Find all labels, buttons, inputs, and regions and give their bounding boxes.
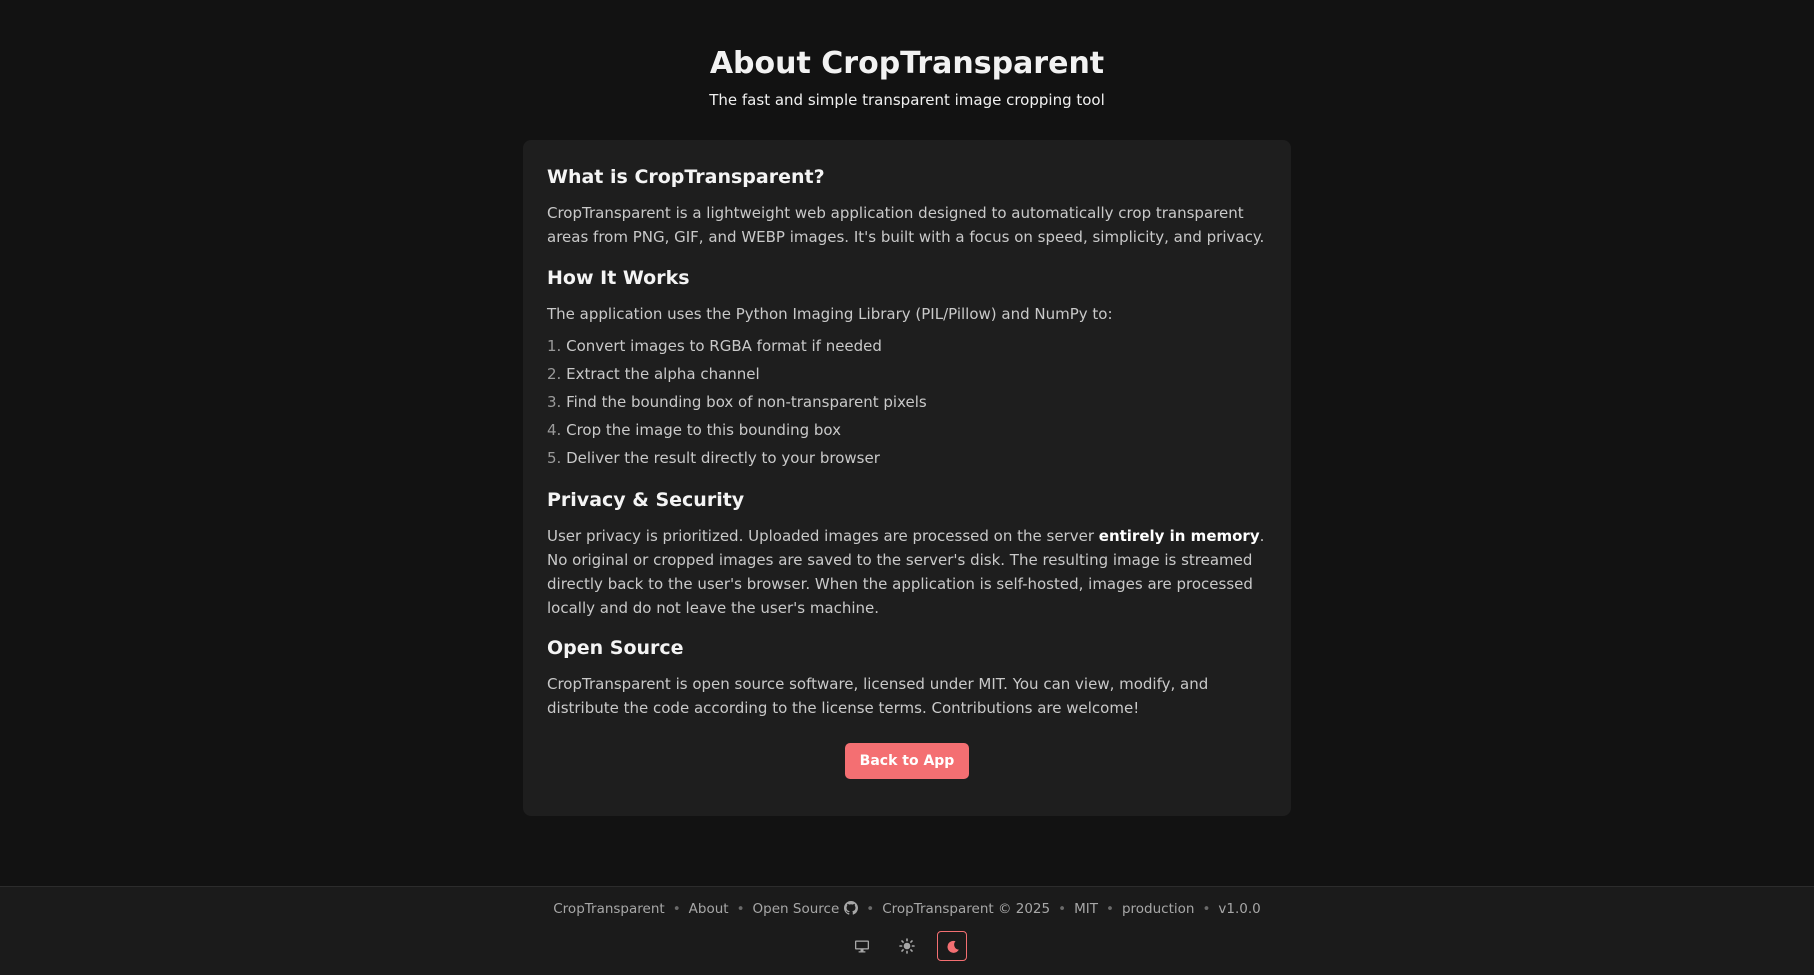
environment-label: production [1121,901,1195,917]
section-how-it-works: How It Works The application uses the Py… [547,267,1267,472]
steps-list: 1. Convert images to RGBA format if need… [547,332,1267,472]
version-label: v1.0.0 [1218,901,1261,917]
list-item: 5. Deliver the result directly to your b… [547,444,1267,472]
footer-link-license[interactable]: MIT [1074,901,1098,917]
back-to-app-button[interactable]: Back to App [844,743,970,779]
separator: • [1105,901,1114,917]
github-icon [844,901,859,919]
theme-switcher [0,931,1814,961]
step-number: 3. [547,393,562,411]
step-number: 5. [547,449,562,467]
step-text: Convert images to RGBA format if needed [566,337,882,355]
page-header: About CropTransparent The fast and simpl… [0,46,1814,109]
section-heading: Open Source [547,637,684,659]
footer: CropTransparent • About • Open Source • CropTr… [0,886,1814,975]
step-number: 2. [547,365,562,383]
list-item: 4. Crop the image to this bounding box [547,416,1267,444]
list-item: 2. Extract the alpha channel [547,360,1267,388]
section-body: User privacy is prioritized. Uploaded im… [547,524,1267,620]
privacy-emphasis: entirely in memory [1098,527,1260,545]
theme-light-button[interactable] [892,931,922,961]
button-row: Back to App [547,743,1267,779]
theme-dark-button[interactable] [937,931,968,961]
section-body: CropTransparent is open source software,… [547,675,1209,717]
list-item: 1. Convert images to RGBA format if need… [547,332,1267,360]
page-subtitle: The fast and simple transparent image cr… [709,91,1105,109]
section-intro: The application uses the Python Imaging … [547,305,1113,323]
step-text: Extract the alpha channel [566,365,760,383]
step-text: Crop the image to this bounding box [566,421,842,439]
about-page: About CropTransparent The fast and simpl… [0,0,1814,886]
separator: • [1058,901,1067,917]
section-what-is: What is CropTransparent? CropTransparent… [547,166,1267,249]
privacy-text-start: User privacy is prioritized. Uploaded im… [547,527,1099,545]
footer-link-open-source[interactable]: Open Source [753,901,859,917]
step-number: 1. [547,337,562,355]
footer-link-about[interactable]: About [689,901,729,917]
section-privacy: Privacy & Security User privacy is prior… [547,489,1267,620]
section-body: CropTransparent is a lightweight web app… [547,204,1265,246]
step-text: Find the bounding box of non-transparent… [566,393,927,411]
open-source-label: Open Source [752,901,840,917]
about-card: What is CropTransparent? CropTransparent… [523,140,1291,816]
footer-links: CropTransparent • About • Open Source • CropTr… [0,901,1814,919]
step-number: 4. [547,421,562,439]
separator: • [672,901,681,917]
copyright: CropTransparent © 2025 [882,901,1051,917]
list-item: 3. Find the bounding box of non-transpar… [547,388,1267,416]
section-heading: How It Works [547,267,690,289]
section-heading: What is CropTransparent? [547,166,825,188]
step-text: Deliver the result directly to your brow… [566,449,880,467]
footer-link-home[interactable]: CropTransparent [553,901,664,917]
separator: • [866,901,875,917]
theme-system-button[interactable] [847,931,877,961]
separator: • [1202,901,1211,917]
page-title: About CropTransparent [709,46,1105,81]
separator: • [736,901,745,917]
section-open-source: Open Source CropTransparent is open sour… [547,637,1267,720]
section-heading: Privacy & Security [547,489,745,511]
